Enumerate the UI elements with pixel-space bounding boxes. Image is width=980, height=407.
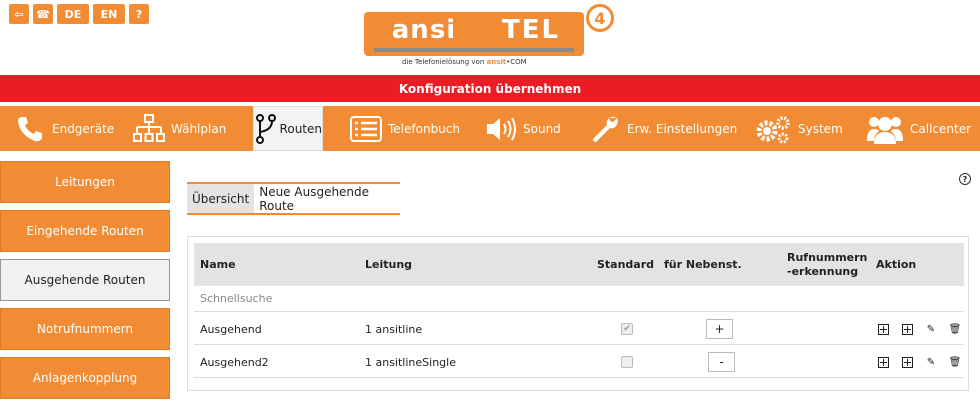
phone-icon[interactable]: ☎: [33, 4, 53, 24]
checkmark-icon: ✔: [621, 323, 633, 335]
help-icon[interactable]: ?: [959, 173, 971, 185]
nav-label: Wählplan: [171, 121, 227, 136]
sitemap-icon: [133, 113, 165, 145]
col-standard[interactable]: Standard: [597, 243, 654, 286]
nav-label: Telefonbuch: [388, 121, 460, 136]
table-row[interactable]: Ausgehend2 1 ansitlineSingle - ✎ 🗑: [194, 346, 964, 378]
nav-erw-einstellungen[interactable]: Erw. Einstellungen: [589, 106, 737, 151]
speaker-icon: [485, 113, 517, 145]
sidebar-item-ausgehende-routen[interactable]: Ausgehende Routen: [0, 259, 170, 301]
users-icon: [866, 113, 904, 145]
plus-box-icon[interactable]: [901, 356, 913, 368]
nav-label: Callcenter: [910, 121, 972, 136]
logo-version: 4: [586, 4, 614, 32]
sidebar-item-eingehende-routen[interactable]: Eingehende Routen: [0, 210, 170, 252]
logo-text-left: ansi: [391, 15, 457, 45]
nav-label: System: [798, 121, 843, 136]
standard-checkbox[interactable]: ✔: [621, 313, 633, 345]
logo-underline: [374, 48, 574, 52]
col-nebenst[interactable]: für Nebenst.: [664, 243, 742, 286]
col-name[interactable]: Name: [200, 243, 236, 286]
checkbox-box: [621, 356, 633, 368]
plus-box-icon[interactable]: [877, 323, 889, 335]
nav-callcenter[interactable]: Callcenter: [866, 106, 971, 151]
nav-sound[interactable]: Sound: [485, 106, 561, 151]
col-label-line1: Rufnummern: [787, 250, 868, 264]
nav-waehlplan[interactable]: Wählplan: [133, 106, 226, 151]
sidebar-item-leitungen[interactable]: Leitungen: [0, 161, 170, 203]
trash-icon[interactable]: 🗑: [949, 323, 962, 335]
row-name: Ausgehend2: [200, 355, 269, 369]
expand-button[interactable]: +: [706, 319, 733, 339]
plus-box-icon[interactable]: [877, 356, 889, 368]
collapse-button[interactable]: -: [708, 352, 735, 372]
help-icon[interactable]: ?: [129, 4, 149, 24]
logout-icon[interactable]: ⇦: [9, 4, 29, 24]
logo-tagline: die Telefonielösung von ansit•COM: [402, 58, 527, 66]
tab-bar: Übersicht Neue Ausgehende Route: [187, 182, 401, 215]
nav-endgeraete[interactable]: Endgeräte: [14, 106, 114, 151]
sidebar-item-notrufnummern[interactable]: Notrufnummern: [0, 308, 170, 350]
nebenst-cell: -: [708, 346, 735, 378]
edit-icon[interactable]: ✎: [925, 323, 937, 335]
lang-de-button[interactable]: DE: [57, 4, 89, 24]
nav-system[interactable]: System: [754, 106, 843, 151]
row-name: Ausgehend: [200, 322, 262, 336]
table-row[interactable]: Ausgehend 1 ansitline ✔ + ✎ 🗑: [194, 313, 964, 345]
nav-telefonbuch[interactable]: Telefonbuch: [350, 106, 460, 151]
nav-label: Sound: [523, 121, 561, 136]
main-nav: Endgeräte Wählplan Routen Telefonbuch So…: [0, 106, 980, 151]
apply-config-button[interactable]: Konfiguration übernehmen: [0, 75, 980, 102]
col-aktion: Aktion: [876, 258, 917, 271]
nav-label: Endgeräte: [52, 121, 115, 136]
row-leitung: 1 ansitline: [365, 322, 423, 336]
trash-icon[interactable]: 🗑: [949, 356, 962, 368]
sidebar-item-anlagenkopplung[interactable]: Anlagenkopplung: [0, 357, 170, 399]
gears-icon: [754, 113, 792, 145]
nav-label: Routen: [279, 121, 322, 136]
logo-text-right: TEL: [501, 15, 561, 45]
tab-uebersicht[interactable]: Übersicht: [187, 184, 255, 213]
routes-table: Name Leitung Standard für Nebenst. Rufnu…: [187, 236, 969, 391]
phone-icon: [14, 113, 46, 145]
col-label-line2: -erkennung: [787, 264, 859, 278]
header: ⇦ ☎ DE EN ? ansi TEL 4 die Telefonielösu…: [0, 0, 980, 75]
list-icon: [350, 113, 382, 145]
row-actions: ✎ 🗑: [877, 313, 961, 345]
table-header: Name Leitung Standard für Nebenst. Rufnu…: [194, 243, 964, 286]
edit-icon[interactable]: ✎: [925, 356, 937, 368]
col-leitung[interactable]: Leitung: [365, 243, 412, 286]
standard-checkbox[interactable]: [621, 346, 633, 378]
row-actions: ✎ 🗑: [877, 346, 961, 378]
nebenst-cell: +: [706, 313, 733, 345]
nav-routen[interactable]: Routen: [253, 106, 323, 151]
plus-box-icon[interactable]: [901, 323, 913, 335]
wrench-icon: [589, 113, 621, 145]
lang-en-button[interactable]: EN: [93, 4, 125, 24]
row-leitung: 1 ansitlineSingle: [365, 355, 456, 369]
route-icon: [256, 113, 277, 145]
nav-label: Erw. Einstellungen: [627, 121, 738, 136]
quick-search[interactable]: Schnellsuche: [194, 286, 964, 312]
tab-neue-ausgehende-route[interactable]: Neue Ausgehende Route: [254, 184, 401, 213]
col-rufnummernerkennung[interactable]: Rufnummern -erkennung: [787, 243, 867, 286]
top-icon-bar: ⇦ ☎ DE EN ?: [9, 4, 149, 24]
ansitel-logo: ansi TEL 4 die Telefonielösung von ansit…: [364, 4, 619, 70]
